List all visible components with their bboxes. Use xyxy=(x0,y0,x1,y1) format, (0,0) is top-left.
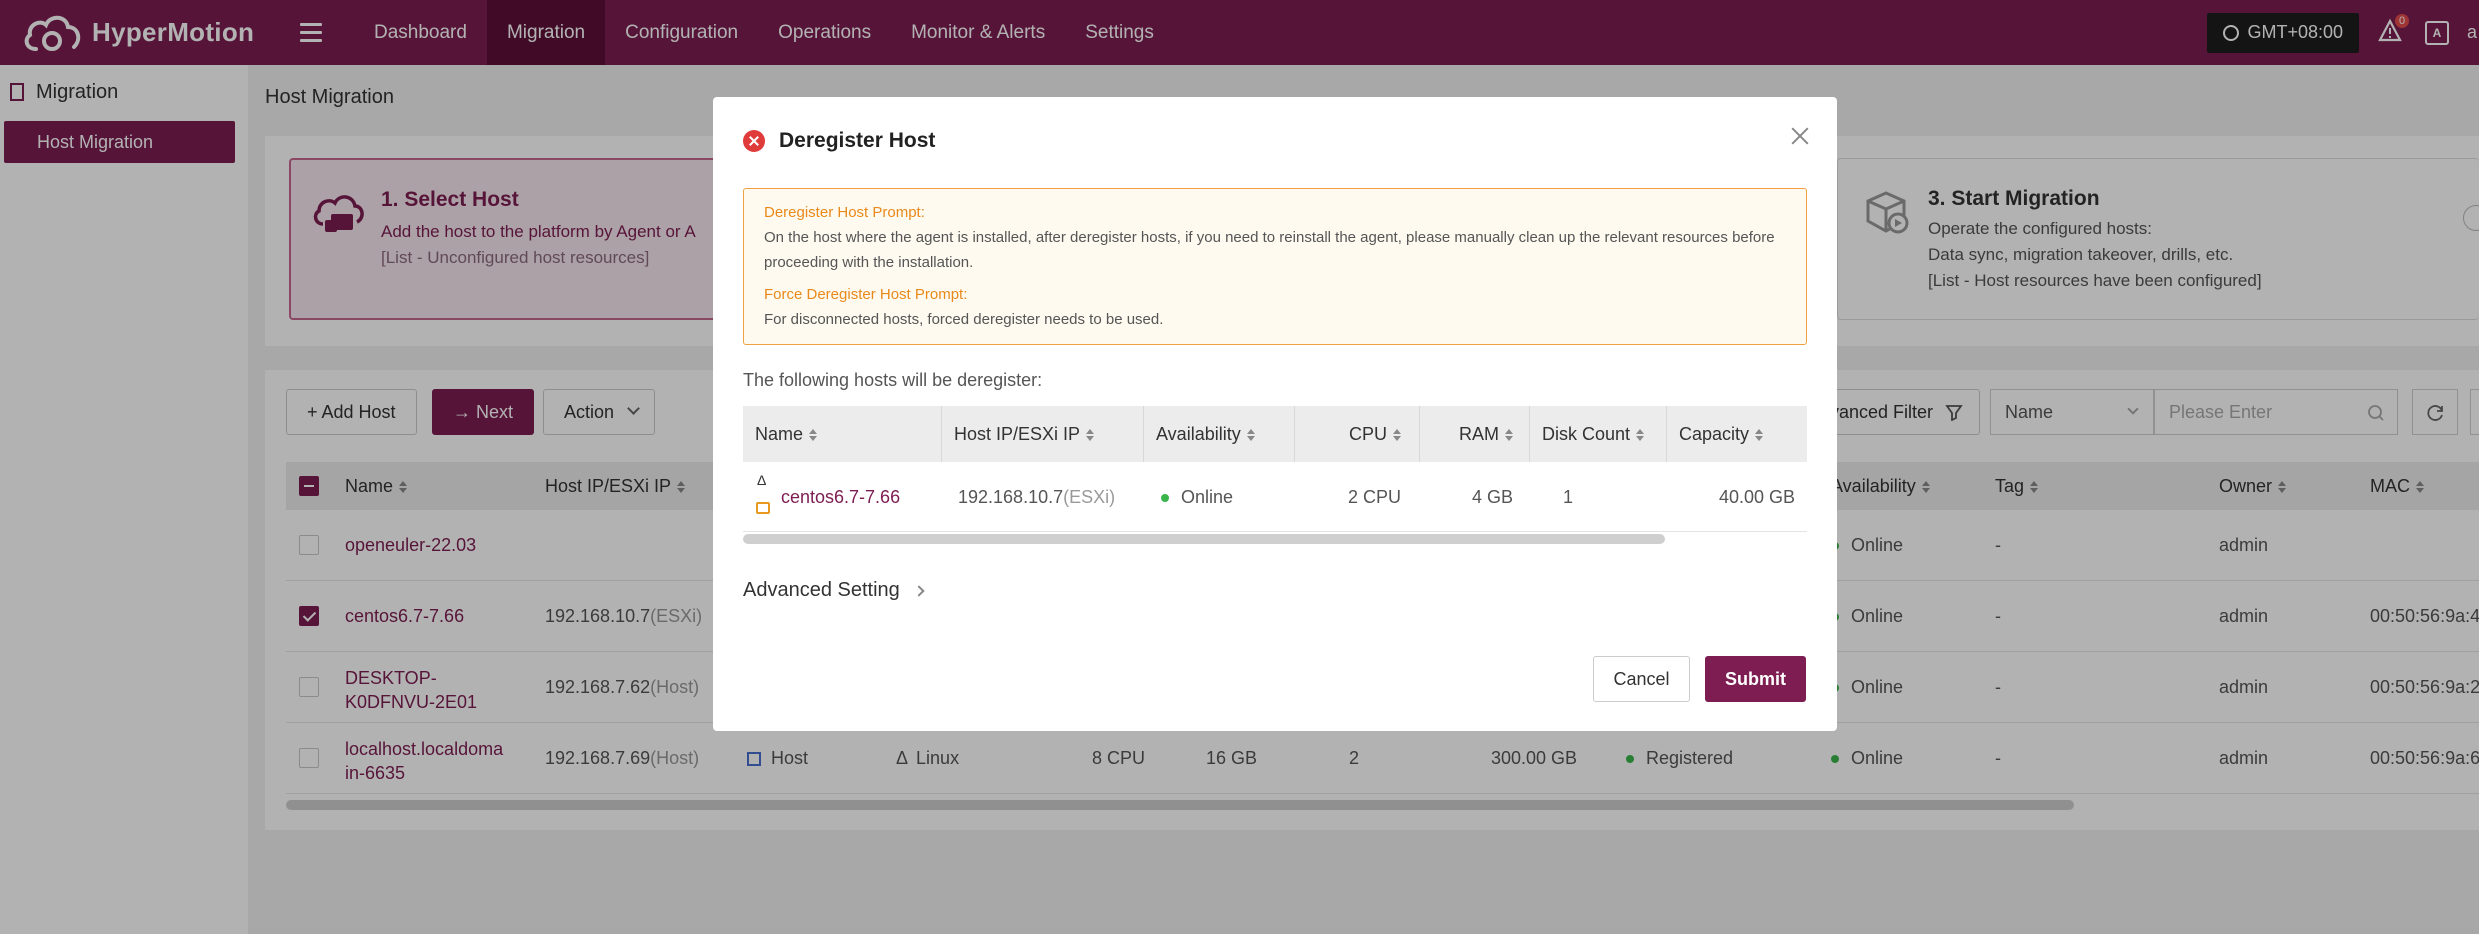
dialog-col-cpu[interactable]: CPU xyxy=(1294,406,1419,462)
dialog-table-row: Δ centos6.7-7.66 192.168.10.7(ESXi) Onli… xyxy=(743,462,1807,532)
dialog-host-ip: 192.168.10.7(ESXi) xyxy=(958,487,1116,507)
dialog-title: Deregister Host xyxy=(743,129,935,153)
submit-button[interactable]: Submit xyxy=(1705,656,1806,702)
dialog-col-availability[interactable]: Availability xyxy=(1143,406,1255,462)
vm-icon xyxy=(756,502,770,514)
sort-icon xyxy=(1505,429,1513,442)
dialog-host-name-link[interactable]: centos6.7-7.66 xyxy=(781,487,900,508)
sort-icon xyxy=(1086,429,1095,442)
chevron-right-icon xyxy=(913,585,926,597)
dialog-ram: 4 GB xyxy=(1471,487,1513,507)
sort-icon xyxy=(1393,429,1401,442)
advanced-setting-toggle[interactable]: Advanced Setting xyxy=(743,579,926,602)
deregister-prompt-line2: proceeding with the installation. xyxy=(764,254,974,271)
dialog-disk-count: 1 xyxy=(1563,487,1574,507)
status-dot xyxy=(1161,494,1169,503)
dialog-col-name[interactable]: Name xyxy=(755,406,818,462)
deregister-prompt-title: Deregister Host Prompt: xyxy=(764,204,925,221)
dialog-col-ram[interactable]: RAM xyxy=(1419,406,1529,462)
dialog-table-header: Name Host IP/ESXi IP Availability CPU RA… xyxy=(743,406,1807,462)
dialog-col-disk-count[interactable]: Disk Count xyxy=(1529,406,1645,462)
dialog-availability: Online xyxy=(1161,487,1233,508)
dialog-capacity: 40.00 GB xyxy=(1718,487,1795,507)
dialog-col-host-ip[interactable]: Host IP/ESXi IP xyxy=(941,406,1095,462)
force-deregister-prompt-text: For disconnected hosts, forced deregiste… xyxy=(764,311,1164,328)
sort-icon xyxy=(1755,429,1764,442)
error-icon xyxy=(743,130,765,152)
sort-icon xyxy=(1246,429,1255,442)
deregister-prompt-line1: On the host where the agent is installed… xyxy=(764,229,1775,246)
force-deregister-prompt-title: Force Deregister Host Prompt: xyxy=(764,286,968,303)
sort-icon xyxy=(809,429,818,442)
dialog-col-capacity[interactable]: Capacity xyxy=(1666,406,1807,462)
dialog-table-scrollbar[interactable] xyxy=(743,534,1665,544)
cancel-button[interactable]: Cancel xyxy=(1593,656,1690,702)
dialog-cpu: 2 CPU xyxy=(1347,487,1401,507)
sort-icon xyxy=(1636,429,1645,442)
hosts-list-caption: The following hosts will be deregister: xyxy=(743,370,1043,390)
linux-icon: Δ xyxy=(757,472,767,488)
warning-box: Deregister Host Prompt: On the host wher… xyxy=(743,188,1807,345)
close-icon[interactable] xyxy=(1789,125,1811,147)
deregister-host-dialog: Deregister Host Deregister Host Prompt: … xyxy=(713,97,1837,731)
